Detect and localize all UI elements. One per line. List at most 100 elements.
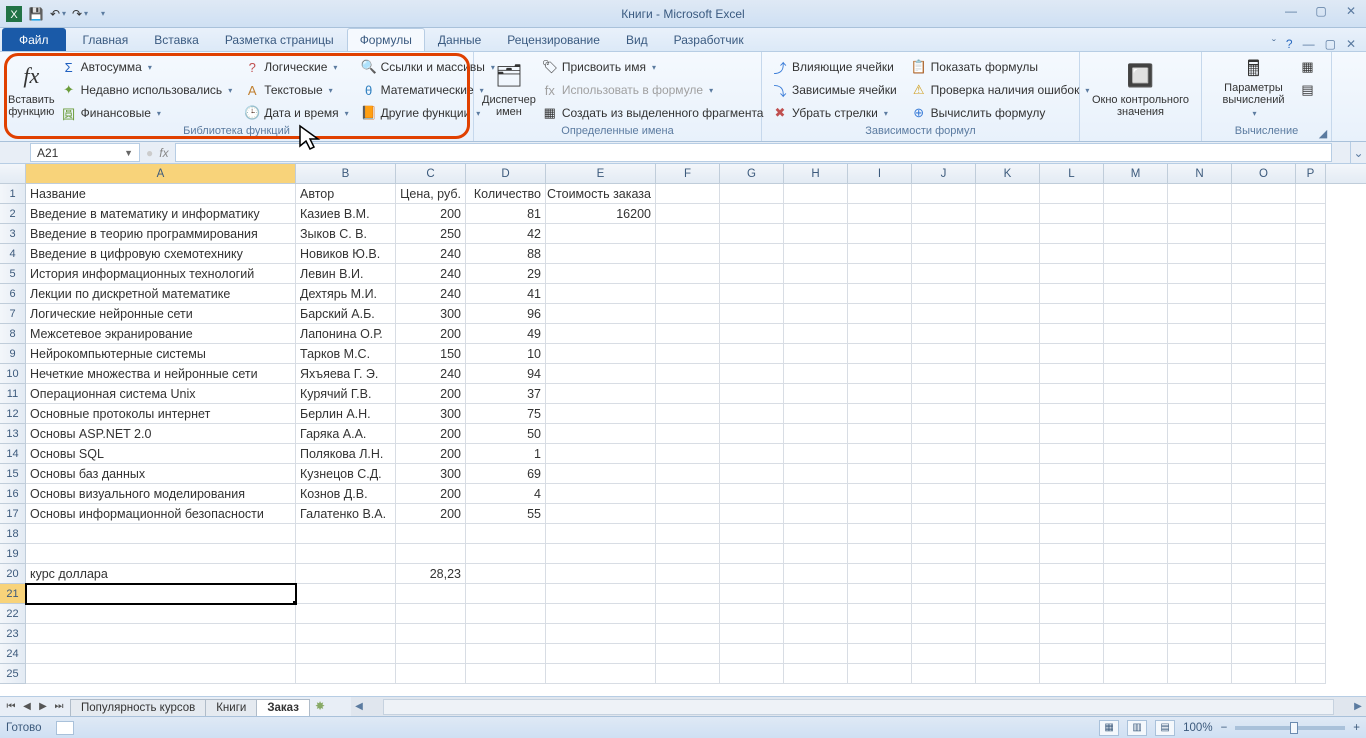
cell[interactable]: Основные протоколы интернет: [26, 404, 296, 424]
cell[interactable]: Цена, руб.: [396, 184, 466, 204]
zoom-level[interactable]: 100%: [1183, 722, 1212, 734]
cell[interactable]: [848, 584, 912, 604]
row-header[interactable]: 19: [0, 544, 26, 564]
cell[interactable]: Казиев В.М.: [296, 204, 396, 224]
cell[interactable]: [912, 584, 976, 604]
cell[interactable]: [720, 244, 784, 264]
cell[interactable]: 81: [466, 204, 546, 224]
cell[interactable]: [976, 504, 1040, 524]
remove-arrows-button[interactable]: ✖Убрать стрелки: [768, 102, 901, 124]
cell[interactable]: Основы информационной безопасности: [26, 504, 296, 524]
cell[interactable]: Логические нейронные сети: [26, 304, 296, 324]
tab-Разработчик[interactable]: Разработчик: [661, 28, 757, 51]
cell[interactable]: [1168, 204, 1232, 224]
tab-Вид[interactable]: Вид: [613, 28, 661, 51]
row-header[interactable]: 15: [0, 464, 26, 484]
cell[interactable]: [1104, 344, 1168, 364]
window-minimize-icon[interactable]: —: [1303, 37, 1315, 51]
create-from-selection-button[interactable]: ▦Создать из выделенного фрагмента: [538, 102, 768, 124]
cell[interactable]: 250: [396, 224, 466, 244]
cell[interactable]: [720, 304, 784, 324]
cell[interactable]: [546, 644, 656, 664]
cell[interactable]: [656, 484, 720, 504]
cell[interactable]: История информационных технологий: [26, 264, 296, 284]
cell[interactable]: [1168, 504, 1232, 524]
cell[interactable]: [1232, 444, 1296, 464]
cell[interactable]: [1040, 544, 1104, 564]
cell[interactable]: [1104, 644, 1168, 664]
normal-view-button[interactable]: ▦: [1099, 720, 1119, 736]
cell[interactable]: [1296, 624, 1326, 644]
cell[interactable]: [1168, 224, 1232, 244]
cell[interactable]: [720, 344, 784, 364]
row-header[interactable]: 10: [0, 364, 26, 384]
window-restore-icon[interactable]: ▢: [1325, 37, 1336, 51]
cell[interactable]: [1104, 484, 1168, 504]
cell[interactable]: [848, 424, 912, 444]
cell[interactable]: [546, 524, 656, 544]
insert-function-button[interactable]: fx Вставить функцию: [6, 56, 57, 122]
define-name-button[interactable]: 🏷Присвоить имя: [538, 56, 768, 78]
cell[interactable]: [1040, 204, 1104, 224]
cell[interactable]: [296, 564, 396, 584]
cell[interactable]: [1168, 644, 1232, 664]
cell[interactable]: [26, 524, 296, 544]
cell[interactable]: [1040, 564, 1104, 584]
cell[interactable]: [912, 464, 976, 484]
cell[interactable]: [912, 444, 976, 464]
cell[interactable]: [1296, 424, 1326, 444]
cell[interactable]: [546, 624, 656, 644]
cell[interactable]: [26, 644, 296, 664]
cell[interactable]: 200: [396, 424, 466, 444]
cell[interactable]: [784, 324, 848, 344]
cell[interactable]: [912, 604, 976, 624]
cell[interactable]: Лекции по дискретной математике: [26, 284, 296, 304]
cell[interactable]: [848, 344, 912, 364]
cell[interactable]: [848, 664, 912, 684]
cell[interactable]: [912, 484, 976, 504]
cell[interactable]: [396, 544, 466, 564]
cell[interactable]: [656, 324, 720, 344]
cell[interactable]: [466, 524, 546, 544]
cell[interactable]: [848, 304, 912, 324]
cell[interactable]: [848, 644, 912, 664]
cell[interactable]: [784, 444, 848, 464]
cell[interactable]: [1040, 364, 1104, 384]
horizontal-scrollbar[interactable]: ◀ ▶: [351, 697, 1366, 716]
page-break-view-button[interactable]: ▤: [1155, 720, 1175, 736]
cell[interactable]: 10: [466, 344, 546, 364]
cell[interactable]: [976, 364, 1040, 384]
cell[interactable]: [546, 224, 656, 244]
cell[interactable]: [546, 244, 656, 264]
cell[interactable]: [1040, 264, 1104, 284]
cell[interactable]: [1040, 504, 1104, 524]
row-header[interactable]: 17: [0, 504, 26, 524]
cell[interactable]: [784, 384, 848, 404]
cell[interactable]: [912, 664, 976, 684]
cell[interactable]: [1296, 304, 1326, 324]
cell[interactable]: [720, 584, 784, 604]
cell[interactable]: [1104, 284, 1168, 304]
use-in-formula-button[interactable]: fxИспользовать в формуле: [538, 79, 768, 101]
cell[interactable]: [784, 604, 848, 624]
cell[interactable]: Межсетевое экранирование: [26, 324, 296, 344]
cell[interactable]: Стоимость заказа: [546, 184, 656, 204]
cell[interactable]: [976, 544, 1040, 564]
cell[interactable]: [976, 424, 1040, 444]
cell[interactable]: [720, 664, 784, 684]
cell[interactable]: [912, 624, 976, 644]
cell[interactable]: Зыков С. В.: [296, 224, 396, 244]
trace-precedents-button[interactable]: ⤴Влияющие ячейки: [768, 56, 901, 78]
cell[interactable]: [720, 204, 784, 224]
cell[interactable]: [976, 384, 1040, 404]
evaluate-formula-button[interactable]: ⊕Вычислить формулу: [907, 102, 1094, 124]
cell[interactable]: [1104, 304, 1168, 324]
cell[interactable]: [976, 564, 1040, 584]
cell[interactable]: [1040, 484, 1104, 504]
cell[interactable]: [656, 564, 720, 584]
cell[interactable]: 75: [466, 404, 546, 424]
cell[interactable]: Основы SQL: [26, 444, 296, 464]
cell[interactable]: [1168, 584, 1232, 604]
show-formulas-button[interactable]: 📋Показать формулы: [907, 56, 1094, 78]
cell[interactable]: [976, 604, 1040, 624]
